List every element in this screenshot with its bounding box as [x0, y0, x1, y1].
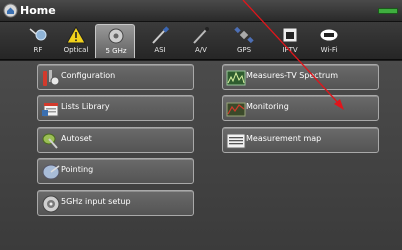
button-label: 5GHz input setup: [61, 197, 131, 206]
tab-gps[interactable]: GPS: [224, 24, 264, 58]
measurement-map-button[interactable]: Measurement map: [222, 127, 379, 153]
monitoring-button[interactable]: Monitoring: [222, 95, 379, 121]
satellite-dish-icon: [108, 28, 124, 44]
lists-library-button[interactable]: Lists Library: [37, 95, 194, 121]
autoset-icon: [42, 133, 58, 149]
configuration-button[interactable]: Configuration: [37, 64, 194, 90]
lists-library-icon: [42, 102, 59, 117]
configuration-icon: [43, 70, 60, 86]
button-label: Measurement map: [246, 134, 322, 143]
button-label: Autoset: [61, 134, 92, 143]
tab-label: 5 GHz: [105, 47, 127, 55]
battery-icon: [378, 8, 398, 14]
button-label: Pointing: [61, 165, 94, 174]
tab-optical[interactable]: Optical: [56, 24, 96, 58]
pointing-icon: [42, 164, 60, 180]
av-cable-icon: [193, 27, 209, 44]
button-label: Monitoring: [246, 102, 289, 111]
input-setup-button[interactable]: 5GHz input setup: [37, 190, 194, 216]
tab-label: A/V: [195, 46, 207, 54]
rf-icon: [29, 28, 47, 41]
button-label: Measures-TV Spectrum: [246, 71, 338, 80]
tab-wifi[interactable]: Wi-Fi: [309, 24, 349, 58]
measures-tv-spectrum-button[interactable]: Measures-TV Spectrum: [222, 64, 379, 90]
tab-label: IPTV: [282, 46, 298, 54]
gps-satellite-icon: [234, 26, 254, 44]
tab-label: Wi-Fi: [320, 46, 338, 54]
wifi-icon: [319, 28, 339, 42]
measurement-map-icon: [226, 133, 246, 149]
tab-bar: RF Optical 5 GHz ASI A/V GPS IPTV Wi-Fi: [0, 22, 402, 60]
input-setup-icon: [42, 195, 60, 213]
tab-av[interactable]: A/V: [181, 24, 221, 58]
tab-rf[interactable]: RF: [18, 24, 58, 58]
spectrum-icon: [226, 70, 246, 86]
tab-iptv[interactable]: IPTV: [270, 24, 310, 58]
tab-asi[interactable]: ASI: [140, 24, 180, 58]
home-icon[interactable]: [3, 3, 18, 18]
tab-label: Optical: [63, 46, 89, 54]
tab-5ghz[interactable]: 5 GHz: [95, 24, 135, 58]
window-title: Home: [20, 4, 56, 17]
tab-label: GPS: [236, 46, 252, 54]
monitoring-icon: [226, 102, 246, 117]
warning-triangle-icon: [66, 26, 86, 44]
asi-cable-icon: [152, 26, 170, 44]
button-label: Lists Library: [61, 102, 110, 111]
network-port-icon: [282, 27, 298, 43]
tab-label: RF: [33, 46, 43, 54]
button-label: Configuration: [61, 71, 116, 80]
pointing-button[interactable]: Pointing: [37, 158, 194, 184]
autoset-button[interactable]: Autoset: [37, 127, 194, 153]
tab-label: ASI: [154, 46, 166, 54]
title-bar: Home: [0, 0, 402, 22]
